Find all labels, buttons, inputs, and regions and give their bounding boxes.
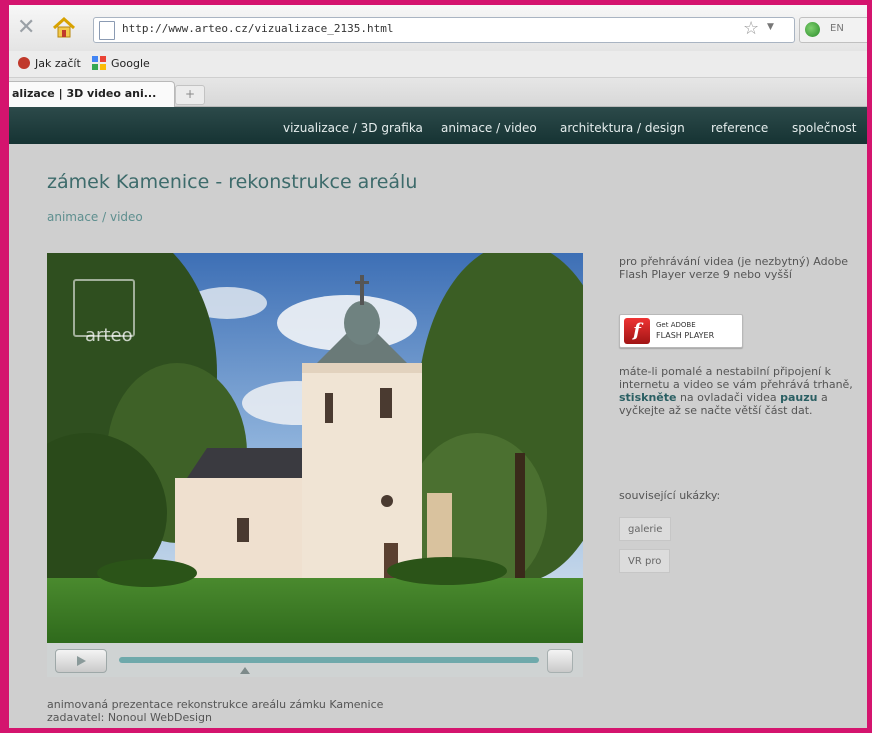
bookmark-jak-zacit[interactable]: Jak začít [35,57,81,70]
nav-animace[interactable]: animace / video [441,121,537,135]
flash-note: pro přehrávání videa (je nezbytný) Adobe… [619,255,849,281]
bookmarks-bar: Jak začít Google [9,51,867,78]
bookmark-google[interactable]: Google [111,57,150,70]
video-player[interactable]: arteo [47,253,583,643]
firefox-icon [18,57,30,69]
stop-icon[interactable]: ✕ [17,17,35,39]
nav-spolecnost[interactable]: společnost [792,121,856,135]
browser-window: ✕ http://www.arteo.cz/vizualizace_2135.h… [0,0,872,733]
flash-badge-line2: FLASH PLAYER [656,331,715,340]
slow-connection-note: máte-li pomalé a nestabilní připojení k … [619,365,854,417]
get-flash-button[interactable]: f Get ADOBE FLASH PLAYER [619,314,743,348]
flash-icon: f [624,318,650,344]
slow-note-pre: máte-li pomalé a nestabilní připojení k … [619,365,853,391]
site-nav: vizualizace / 3D grafika animace / video… [9,107,867,144]
extension-button[interactable]: EN [799,17,867,43]
tab-active[interactable]: alizace | 3D video ani... [9,81,175,107]
home-icon[interactable] [51,16,77,40]
play-button[interactable] [55,649,107,673]
slow-note-press: stiskněte [619,391,677,404]
progress-bar[interactable] [119,657,539,663]
video-caption: animovaná prezentace rekonstrukce areálu… [47,698,567,724]
tab-title: alizace | 3D video ani... [12,87,157,100]
google-icon [92,56,106,70]
chevron-down-icon[interactable]: ▼ [767,22,774,32]
nav-vizualizace[interactable]: vizualizace / 3D grafika [283,121,423,135]
browser-toolbar: ✕ http://www.arteo.cz/vizualizace_2135.h… [9,5,867,51]
slow-note-mid: na ovladači videa [679,391,777,404]
nav-architektura[interactable]: architektura / design [560,121,685,135]
slow-note-pause: pauzu [780,391,818,404]
volume-button[interactable] [547,649,573,673]
address-bar[interactable]: http://www.arteo.cz/vizualizace_2135.htm… [93,17,795,43]
related-label: související ukázky: [619,489,721,502]
video-controls [47,643,583,677]
caption-line-2: zadavatel: Nonoul WebDesign [47,711,212,724]
page-icon [99,21,115,40]
caption-line-1: animovaná prezentace rekonstrukce areálu… [47,698,384,711]
related-vr-button[interactable]: VR pro [619,549,671,573]
new-tab-button[interactable]: + [175,85,205,105]
nav-reference[interactable]: reference [711,121,768,135]
bookmark-star-icon[interactable]: ☆ [743,18,759,39]
logo-text: arteo [85,325,133,346]
flash-badge-line1: Get ADOBE [656,321,696,329]
globe-icon [805,22,820,37]
page-title: zámek Kamenice - rekonstrukce areálu [47,171,418,193]
related-galerie-button[interactable]: galerie [619,517,672,541]
extension-label: EN [830,23,844,34]
tab-strip: alizace | 3D video ani... + [9,78,867,107]
web-page: vizualizace / 3D grafika animace / video… [9,107,867,728]
url-text[interactable]: http://www.arteo.cz/vizualizace_2135.htm… [122,22,394,35]
playhead-handle[interactable] [240,667,250,674]
category-link[interactable]: animace / video [47,210,143,224]
